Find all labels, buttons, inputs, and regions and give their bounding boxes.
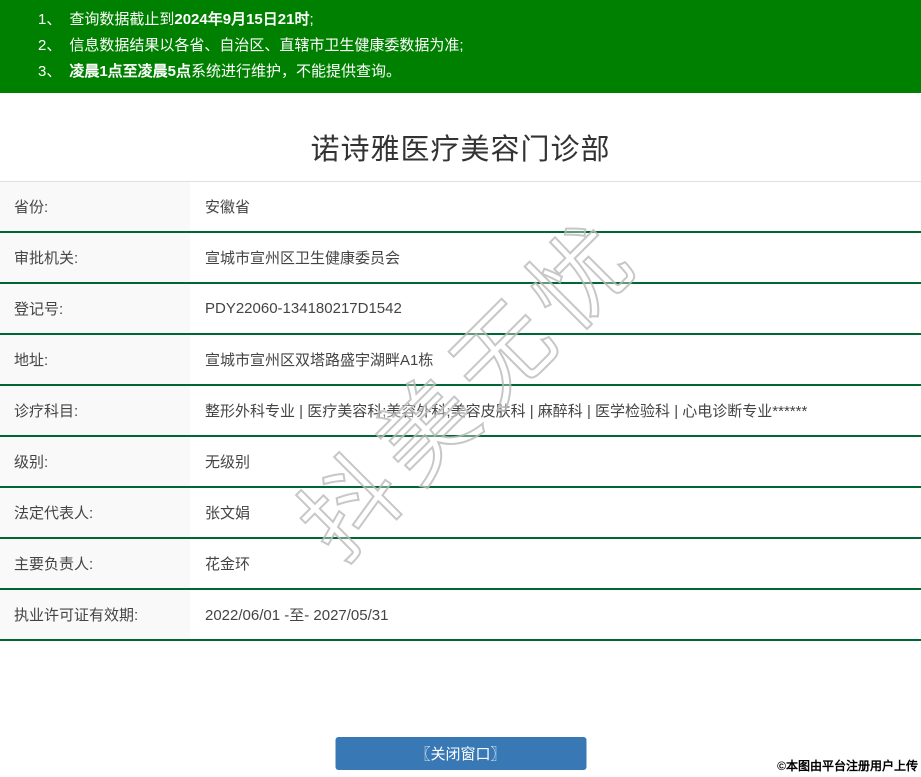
notice-text: 信息数据结果以各省、自治区、直辖市卫生健康委数据为准; [69, 37, 464, 54]
notice-line-3: 3、 凌晨1点至凌晨5点系统进行维护，不能提供查询。 [38, 59, 921, 85]
row-value: 整形外科专业 | 医疗美容科;美容外科;美容皮肤科 | 麻醉科 | 医学检验科 … [190, 385, 921, 437]
table-row-province: 省份: 安徽省 [0, 181, 921, 233]
notice-line-1: 1、 查询数据截止到2024年9月15日21时; [38, 7, 921, 33]
row-value: 花金环 [190, 538, 921, 590]
row-value: 张文娟 [190, 487, 921, 539]
row-value: 宣城市宣州区卫生健康委员会 [190, 232, 921, 284]
row-value: 安徽省 [190, 181, 921, 233]
notice-text: 查询数据截止到2024年9月15日21时; [69, 11, 314, 28]
institution-info-table: 省份: 安徽省 审批机关: 宣城市宣州区卫生健康委员会 登记号: PDY2206… [0, 181, 921, 641]
row-label: 地址: [0, 334, 190, 386]
close-window-button[interactable]: 〖关闭窗口〗 [335, 737, 586, 770]
table-row-approval-authority: 审批机关: 宣城市宣州区卫生健康委员会 [0, 232, 921, 284]
row-label: 省份: [0, 181, 190, 233]
table-row-license-validity: 执业许可证有效期: 2022/06/01 -至- 2027/05/31 [0, 589, 921, 641]
row-label: 级别: [0, 436, 190, 488]
row-label: 主要负责人: [0, 538, 190, 590]
upload-attribution-note: ©本图由平台注册用户上传 [777, 759, 918, 773]
page-title: 诺诗雅医疗美容门诊部 [310, 134, 611, 166]
row-label: 执业许可证有效期: [0, 589, 190, 641]
notice-banner: 1、 查询数据截止到2024年9月15日21时; 2、 信息数据结果以各省、自治… [0, 0, 921, 93]
table-row-registration-number: 登记号: PDY22060-134180217D1542 [0, 283, 921, 335]
notice-text: 凌晨1点至凌晨5点系统进行维护，不能提供查询。 [69, 63, 402, 80]
table-row-legal-representative: 法定代表人: 张文娟 [0, 487, 921, 539]
row-label: 审批机关: [0, 232, 190, 284]
row-label: 法定代表人: [0, 487, 190, 539]
row-value: 宣城市宣州区双塔路盛宇湖畔A1栋 [190, 334, 921, 386]
notice-number: 2、 [38, 37, 62, 54]
row-value: PDY22060-134180217D1542 [190, 283, 921, 335]
row-label: 诊疗科目: [0, 385, 190, 437]
notice-line-2: 2、 信息数据结果以各省、自治区、直辖市卫生健康委数据为准; [38, 33, 921, 59]
row-value: 无级别 [190, 436, 921, 488]
notice-number: 1、 [38, 11, 62, 28]
table-row-main-person-in-charge: 主要负责人: 花金环 [0, 538, 921, 590]
row-label: 登记号: [0, 283, 190, 335]
table-row-address: 地址: 宣城市宣州区双塔路盛宇湖畔A1栋 [0, 334, 921, 386]
table-row-level: 级别: 无级别 [0, 436, 921, 488]
row-value: 2022/06/01 -至- 2027/05/31 [190, 589, 921, 641]
notice-number: 3、 [38, 63, 62, 80]
table-row-medical-subjects: 诊疗科目: 整形外科专业 | 医疗美容科;美容外科;美容皮肤科 | 麻醉科 | … [0, 385, 921, 437]
